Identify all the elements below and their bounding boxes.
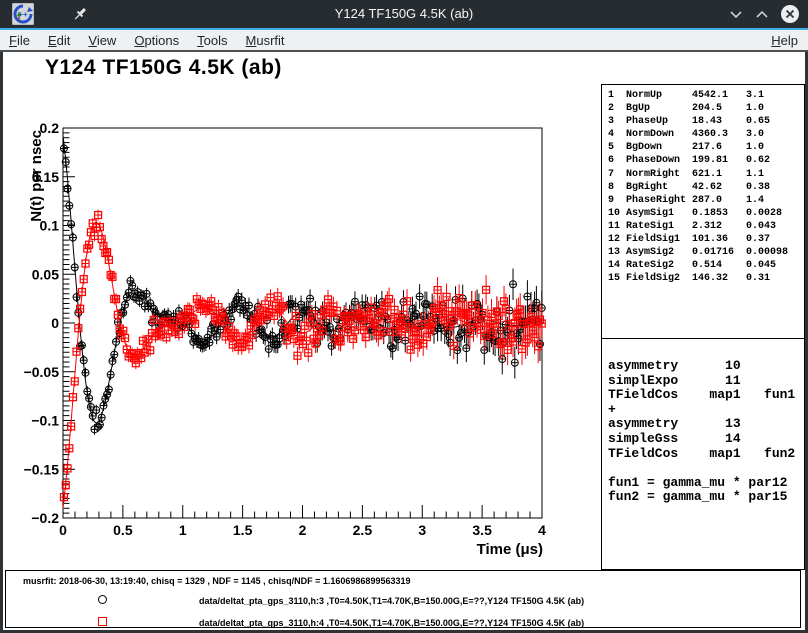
window-title: Y124 TF150G 4.5K (ab): [0, 0, 808, 28]
parameter-panel: 1 NormUp 4542.1 3.1 2 BgUp 204.5 1.0 3 P…: [601, 84, 805, 570]
svg-text:Time (μs): Time (μs): [477, 541, 543, 558]
menu-edit[interactable]: Edit: [39, 33, 79, 48]
svg-text:4: 4: [538, 522, 546, 538]
fit-status-line: musrfit: 2018-06-30, 13:19:40, chisq = 1…: [23, 576, 410, 586]
musrfit-window: ++ Y124 TF150G 4.5K (ab) File Edit View: [0, 0, 808, 633]
menu-options[interactable]: Options: [125, 33, 188, 48]
menu-file[interactable]: File: [0, 33, 39, 48]
legend-circle-marker-icon: [98, 595, 107, 604]
svg-text:N(t) per nsec: N(t) per nsec: [28, 130, 45, 222]
minimize-icon[interactable]: [726, 4, 746, 24]
menubar: File Edit View Options Tools Musrfit Hel…: [0, 30, 808, 52]
theory-block: asymmetry 10 simplExpo 11 TFieldCos map1…: [602, 339, 804, 505]
close-icon[interactable]: [780, 4, 800, 24]
svg-text:1.5: 1.5: [233, 522, 253, 538]
legend-square-marker-icon: [98, 617, 107, 626]
parameter-table-pre: 1 NormUp 4542.1 3.1 2 BgUp 204.5 1.0 3 P…: [602, 85, 804, 285]
menu-help[interactable]: Help: [762, 33, 808, 48]
svg-text:0.05: 0.05: [32, 266, 59, 282]
parameter-table: 1 NormUp 4542.1 3.1 2 BgUp 204.5 1.0 3 P…: [602, 85, 804, 339]
svg-text:−0.05: −0.05: [24, 364, 60, 380]
legend-entry-1: data/deltat_pta_gps_3110,h:3 ,T0=4.50K,T…: [199, 596, 584, 606]
menu-tools[interactable]: Tools: [188, 33, 236, 48]
root-canvas[interactable]: Y124 TF150G 4.5K (ab) 00.511.522.533.540…: [3, 52, 805, 630]
menu-view[interactable]: View: [79, 33, 125, 48]
svg-text:3.5: 3.5: [472, 522, 492, 538]
plot-area[interactable]: 00.511.522.533.540.20.150.10.050−0.05−0.…: [3, 52, 603, 568]
menu-musrfit[interactable]: Musrfit: [237, 33, 294, 48]
svg-text:3: 3: [418, 522, 426, 538]
svg-text:1: 1: [179, 522, 187, 538]
theory-pre: asymmetry 10 simplExpo 11 TFieldCos map1…: [602, 339, 804, 505]
svg-text:0: 0: [51, 315, 59, 331]
fit-info-panel: musrfit: 2018-06-30, 13:19:40, chisq = 1…: [5, 570, 801, 628]
svg-text:0: 0: [59, 522, 67, 538]
svg-text:0.5: 0.5: [113, 522, 133, 538]
svg-text:2: 2: [299, 522, 307, 538]
titlebar[interactable]: ++ Y124 TF150G 4.5K (ab): [0, 0, 808, 28]
svg-text:−0.2: −0.2: [31, 510, 59, 526]
maximize-icon[interactable]: [752, 4, 772, 24]
svg-text:2.5: 2.5: [353, 522, 373, 538]
svg-text:−0.15: −0.15: [24, 461, 60, 477]
svg-text:−0.1: −0.1: [31, 413, 59, 429]
legend-entry-2: data/deltat_pta_gps_3110,h:4 ,T0=4.50K,T…: [199, 618, 584, 628]
